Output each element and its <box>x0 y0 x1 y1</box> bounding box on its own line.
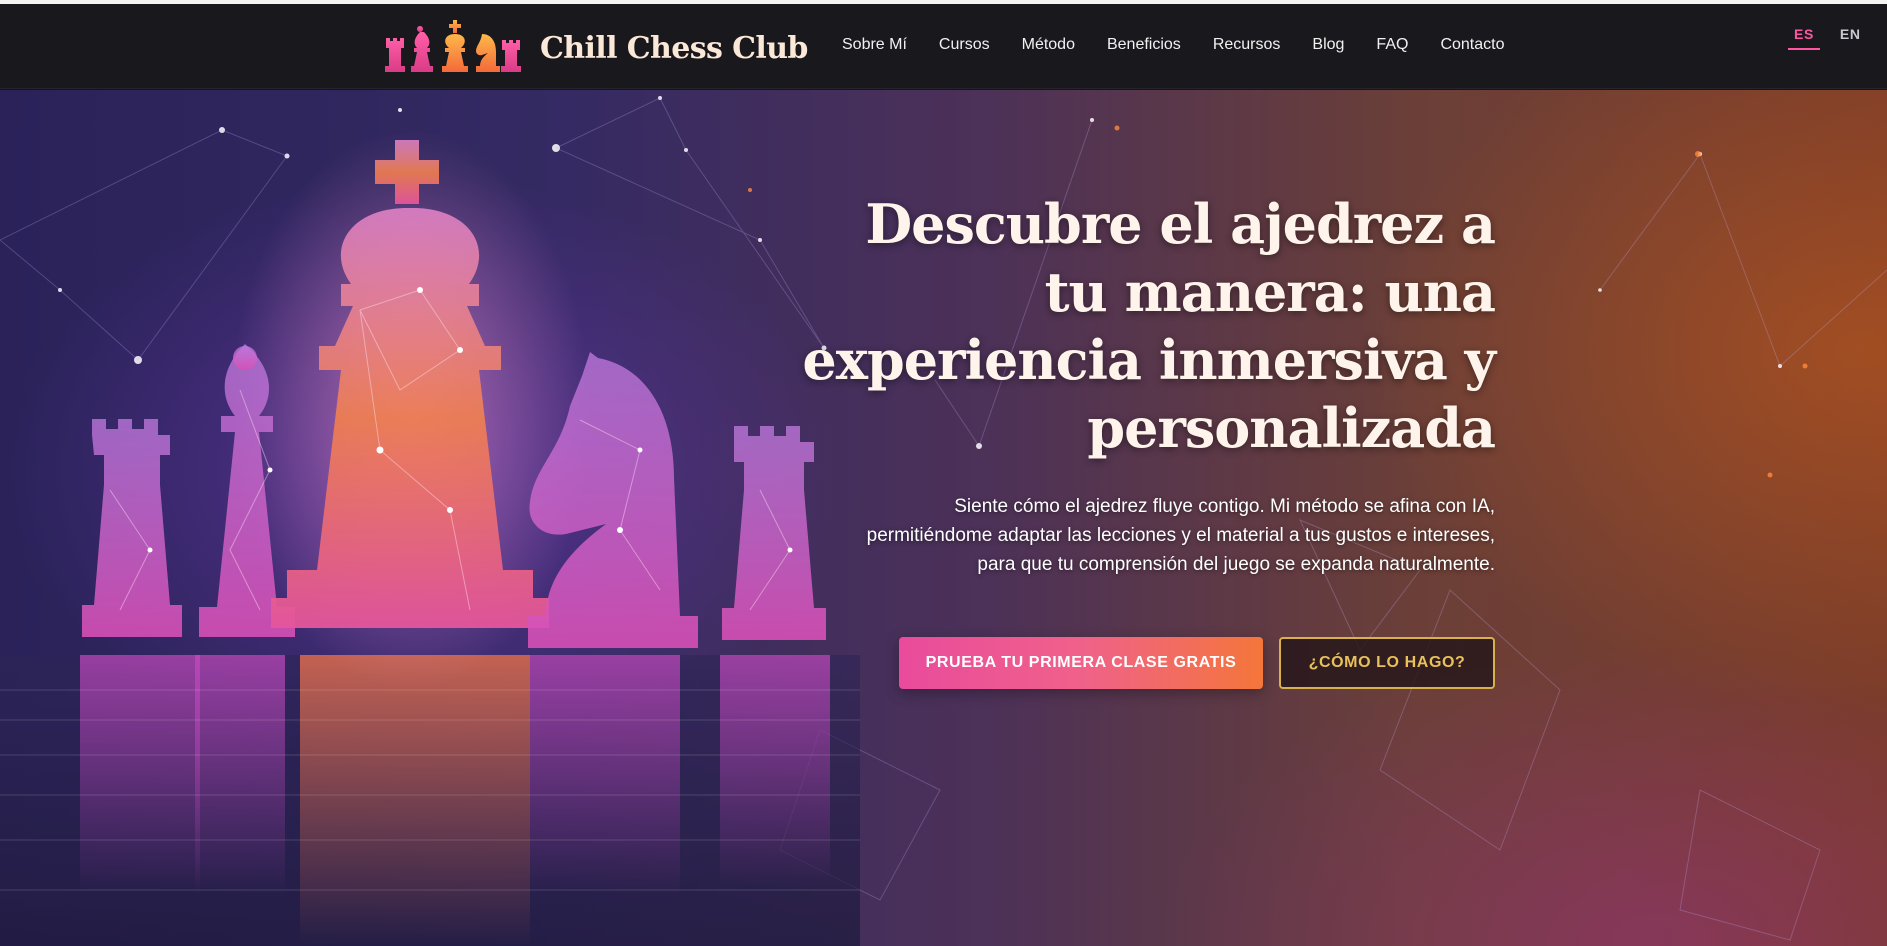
brand[interactable]: Chill Chess Club <box>384 18 808 78</box>
nav-recursos[interactable]: Recursos <box>1213 36 1281 54</box>
nav-contacto[interactable]: Contacto <box>1440 36 1504 54</box>
nav-faq[interactable]: FAQ <box>1376 36 1408 54</box>
hero-section: Descubre el ajedrez a tu manera: una exp… <box>0 90 1887 946</box>
site-header: Chill Chess Club Sobre Mí Cursos Método … <box>0 4 1887 89</box>
hero-copy: Descubre el ajedrez a tu manera: una exp… <box>795 190 1496 579</box>
nav-sobre-mi[interactable]: Sobre Mí <box>842 36 907 54</box>
chess-pieces-logo-icon <box>385 20 521 72</box>
nav-metodo[interactable]: Método <box>1022 36 1075 54</box>
main-nav: Sobre Mí Cursos Método Beneficios Recurs… <box>842 36 1504 54</box>
hero-subtitle: Siente cómo el ajedrez fluye contigo. Mi… <box>866 496 1495 575</box>
hero-title: Descubre el ajedrez a tu manera: una exp… <box>802 192 1496 460</box>
nav-cursos[interactable]: Cursos <box>939 36 990 54</box>
brand-name: Chill Chess Club <box>540 30 808 66</box>
lang-es-button[interactable]: ES <box>1788 26 1820 50</box>
nav-blog[interactable]: Blog <box>1312 36 1344 54</box>
language-switcher: ES EN <box>1788 26 1867 50</box>
how-it-works-button[interactable]: ¿CÓMO LO HAGO? <box>1279 637 1495 689</box>
free-class-button[interactable]: PRUEBA TU PRIMERA CLASE GRATIS <box>899 637 1263 689</box>
lang-en-button[interactable]: EN <box>1834 26 1867 50</box>
nav-beneficios[interactable]: Beneficios <box>1107 36 1181 54</box>
